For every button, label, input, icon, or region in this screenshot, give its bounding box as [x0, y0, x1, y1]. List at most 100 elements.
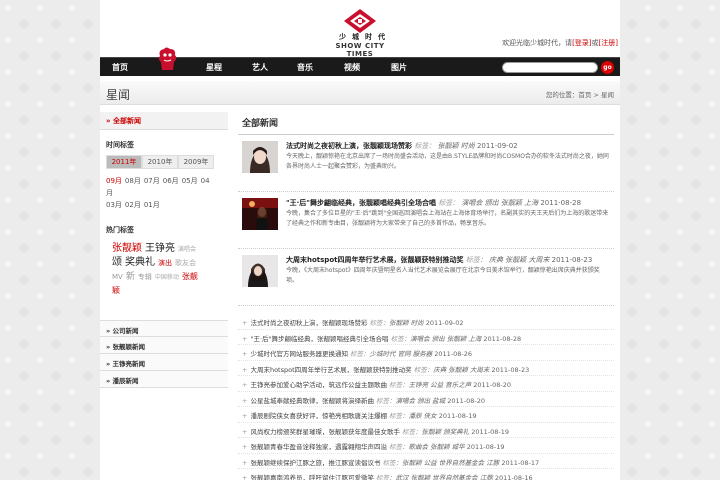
month-link[interactable]: 07月: [144, 177, 160, 185]
news-date: 2011-08-16: [494, 474, 533, 480]
news-title[interactable]: 少城时代官方网站服务器更换通知: [250, 350, 348, 358]
hot-tag[interactable]: 演出: [158, 259, 172, 267]
featured-desc: 今晚，集合了多位巨星的"王·后"跳到"全国巡回演唱会上海站在上海体育场举行，名副…: [286, 210, 609, 227]
sidebar-section-zhang[interactable]: » 张靓颖新闻: [100, 337, 228, 354]
month-link[interactable]: 09月: [106, 177, 122, 185]
keyword-label: 标签：: [376, 396, 396, 405]
news-date: 2011-08-23: [491, 365, 530, 374]
logo-en-text: SHOW CITY TIMES: [335, 42, 385, 58]
sidebar-section-pan[interactable]: » 潘辰新闻: [100, 371, 228, 388]
keyword-label: 标签：: [389, 443, 409, 451]
featured-desc: 今晚，《大周末hotspot》四周年庆暨明星名人当代艺术展览会展厅在北京今日美术…: [286, 267, 600, 284]
month-link[interactable]: 03月: [106, 201, 122, 209]
month-link[interactable]: 02月: [125, 201, 141, 209]
plus-icon: +: [242, 350, 248, 358]
month-link[interactable]: 08月: [125, 177, 141, 185]
featured-photo[interactable]: [242, 141, 278, 173]
month-link[interactable]: 06月: [163, 177, 179, 185]
keyword-label: 标签：: [376, 474, 396, 480]
hot-tag[interactable]: 新: [126, 272, 135, 282]
plus-icon: +: [242, 396, 248, 405]
year-tab-2010[interactable]: 2010年: [142, 155, 178, 169]
hot-tag[interactable]: 颂: [112, 257, 122, 268]
year-tab-2011[interactable]: 2011年: [106, 155, 142, 169]
news-tags[interactable]: 张靓颖 公益 世界自然基金会 江豚: [402, 459, 499, 467]
hot-tag[interactable]: 张靓颖: [112, 243, 142, 254]
news-title[interactable]: "王·后"舞步翩临经典，张靓颖唱经典引全场合唱: [250, 335, 388, 343]
register-link[interactable]: [注册]: [599, 39, 618, 47]
featured-tags[interactable]: 张靓颖 时尚: [437, 142, 474, 150]
year-tab-2009[interactable]: 2009年: [178, 155, 214, 169]
sidebar-all-news[interactable]: » 全部新闻: [100, 112, 228, 130]
featured-tags[interactable]: 演唱会 颁出 张靓颖 上海: [461, 199, 538, 207]
news-tags[interactable]: 歌曲会 张靓颖 城华: [409, 443, 465, 451]
news-row: + 潘辰剧院侠女喜获好评，惊艳亮相歌唐关注爆棚 标签：潘辰 侠女 2011-08-…: [238, 407, 614, 423]
news-tags[interactable]: 张靓颖 颁奖典礼: [422, 428, 470, 436]
keyword-label: 标签：: [438, 199, 460, 207]
nav-photos[interactable]: 图片: [391, 62, 407, 73]
logo-cn-text: 少城时代: [339, 33, 391, 41]
featured-photo[interactable]: [242, 198, 278, 230]
hot-tag[interactable]: 歌友会: [175, 259, 196, 267]
sidebar: » 全部新闻 时间标签 2011年 2010年 2009年 09月 08月 07月 0…: [100, 112, 228, 388]
tag-cloud: 张靓颖 王铮亮 演唱会颂 奖典礼 演出 歌友会MV 新专辑 中国移动 张靓颖: [100, 238, 218, 302]
news-tags[interactable]: 演唱会 颁出 盐城: [396, 397, 446, 405]
nav-home[interactable]: 首页: [112, 62, 128, 73]
plus-icon: +: [242, 458, 248, 467]
keyword-label: 标签：: [402, 427, 422, 436]
search-button[interactable]: go: [601, 61, 614, 74]
site-logo[interactable]: 少城时代 SHOW CITY TIMES: [322, 8, 398, 58]
news-title[interactable]: 张靓颖嘉南鸿养员，呼吁留住江豚可爱微笑: [250, 474, 374, 480]
news-row: + 王铮亮参加爱心助学活动，筑远作公益主题歌曲 标签：王铮亮 公益 音乐之声 20…: [238, 376, 614, 392]
news-title[interactable]: 张靓颖继续保护江豚之旅，推江豚宣读倡议书: [250, 459, 380, 467]
news-date: 2011-08-19: [471, 427, 509, 436]
news-tags[interactable]: 王铮亮 公益 音乐之声: [409, 381, 472, 389]
sidebar-section-wang[interactable]: » 王铮亮新闻: [100, 354, 228, 371]
login-link[interactable]: [登录]: [572, 39, 591, 47]
keyword-label: 标签：: [413, 365, 434, 374]
news-title[interactable]: 风尚权力榜颁奖群星璀璨，张靓颖获年度最佳女歌手: [250, 428, 400, 436]
hot-tag[interactable]: 中国移动: [155, 274, 179, 281]
month-link[interactable]: 05月: [182, 177, 198, 185]
search-input[interactable]: [502, 62, 598, 73]
news-tags[interactable]: 庆典 张靓颖 大周末: [433, 366, 489, 374]
featured-title[interactable]: 大周末hotspot四周年举行艺术展，张靓颖获特别推动奖: [286, 256, 463, 264]
news-title[interactable]: 公星盐城奉献经典歌律，张靓颖将演绎新曲: [250, 397, 374, 405]
nav-music[interactable]: 音乐: [297, 62, 313, 73]
keyword-label: 标签：: [465, 256, 487, 264]
month-link[interactable]: 01月: [144, 201, 160, 209]
plus-icon: +: [242, 427, 248, 436]
section-heading: 全部新闻: [238, 112, 614, 135]
nav-schedule[interactable]: 星程: [206, 62, 222, 73]
featured-photo[interactable]: [242, 255, 278, 287]
news-title[interactable]: 王铮亮参加爱心助学活动，筑远作公益主题歌曲: [250, 381, 387, 389]
news-tags[interactable]: 演唱会 颁出 张靓颖 上海: [410, 335, 481, 343]
news-title[interactable]: 张靓颖青春华盈音诠释独家，遇露翱翔华声四溢: [250, 443, 387, 451]
main-nav: 首页 星程 艺人 音乐 视频 图片 go: [100, 47, 620, 76]
featured-date: 2011-09-02: [476, 142, 518, 150]
hot-tag[interactable]: 王铮亮: [145, 243, 175, 254]
featured-title[interactable]: "王·后"舞步翩临经典，张靓颖唱经典引全场合唱: [286, 199, 436, 207]
news-title[interactable]: 大周末hotspot四周年举行艺术展，张靓颖获特别推动奖: [250, 366, 411, 374]
nav-video[interactable]: 视频: [344, 62, 360, 73]
hot-tag[interactable]: 奖典礼: [125, 257, 155, 268]
plus-icon: +: [242, 412, 248, 420]
hot-tag[interactable]: MV: [112, 273, 123, 281]
news-title[interactable]: 潘辰剧院侠女喜获好评，惊艳亮相歌唐关注爆棚: [250, 412, 387, 420]
plus-icon: +: [242, 443, 248, 451]
sidebar-section-company[interactable]: » 公司新闻: [100, 320, 228, 337]
news-tags[interactable]: 张靓颖 时尚: [389, 319, 424, 327]
hot-tag[interactable]: 专辑: [138, 273, 152, 281]
nav-artists[interactable]: 艺人: [252, 62, 268, 73]
news-date: 2011-08-28: [483, 334, 522, 343]
news-tags[interactable]: 武汉 张靓颖 世界自然基金会 江豚: [396, 474, 493, 480]
news-tags[interactable]: 少城时代 官网 服务器: [370, 350, 433, 358]
hot-tag[interactable]: 演唱会: [178, 246, 196, 253]
breadcrumb[interactable]: 您的位置：首页 > 星闻: [546, 89, 614, 99]
featured-tags[interactable]: 庆典 张靓颖 大周末: [489, 256, 549, 264]
featured-title[interactable]: 法式时尚之夜初秋上演，张靓颖现场赞彩: [286, 142, 412, 150]
keyword-label: 标签：: [382, 458, 403, 467]
news-title[interactable]: 法式时尚之夜初秋上演，张靓颖现场赞彩: [250, 319, 367, 327]
welcome-or: 或: [591, 39, 599, 47]
news-tags[interactable]: 潘辰 侠女: [409, 412, 437, 420]
